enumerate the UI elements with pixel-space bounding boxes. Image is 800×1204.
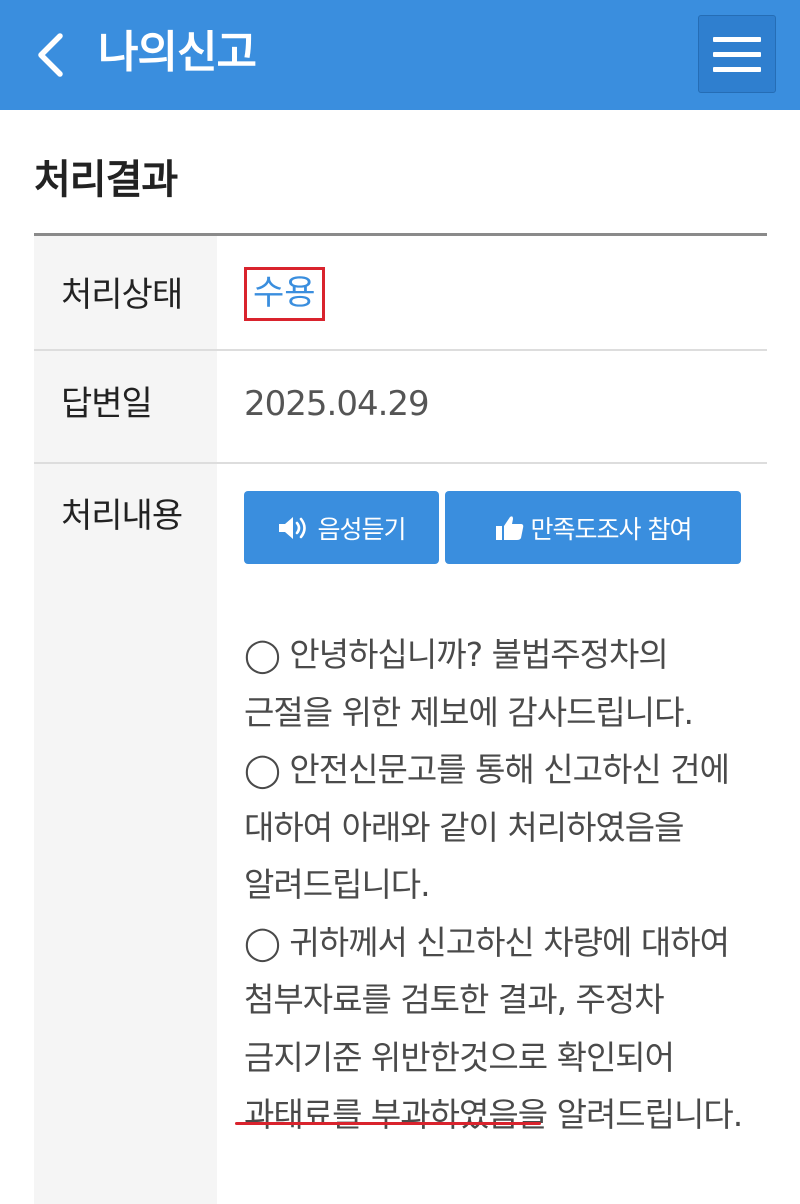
back-button[interactable]	[30, 28, 74, 82]
page-title: 나의신고	[98, 27, 257, 78]
status-badge: 수용	[244, 266, 325, 321]
speaker-icon	[277, 514, 311, 542]
content-row: 처리내용 음성듣기 만족도조사 참여 ◯ 안녕하십니까? 불법주정차의 근절을 …	[34, 464, 767, 1204]
answer-date-row: 답변일 2025.04.29	[34, 351, 767, 464]
chevron-left-icon	[38, 33, 63, 77]
result-table: 처리상태 수용 답변일 2025.04.29 처리내용 음성듣기 만족도조사 참…	[34, 233, 767, 1204]
listen-button[interactable]: 음성듣기	[244, 491, 439, 564]
section-title: 처리결과	[34, 157, 178, 203]
menu-button[interactable]	[698, 15, 776, 93]
answer-date-label: 답변일	[34, 351, 217, 462]
action-buttons: 음성듣기 만족도조사 참여	[244, 491, 767, 564]
status-cell: 수용	[217, 236, 767, 349]
content-cell: 음성듣기 만족도조사 참여 ◯ 안녕하십니까? 불법주정차의 근절을 위한 제보…	[217, 464, 767, 1204]
answer-date-value: 2025.04.29	[244, 384, 430, 424]
content-paragraph: ◯ 귀하께서 신고하신 차량에 대하여 첨부자료를 검토한 결과, 주정차 금지…	[244, 922, 743, 1135]
thumbs-up-icon	[495, 514, 525, 542]
status-row: 처리상태 수용	[34, 236, 767, 351]
listen-button-label: 음성듣기	[317, 514, 406, 544]
status-label: 처리상태	[34, 236, 217, 349]
survey-button[interactable]: 만족도조사 참여	[445, 491, 741, 564]
survey-button-label: 만족도조사 참여	[530, 514, 693, 544]
content-text: ◯ 안녕하십니까? 불법주정차의 근절을 위한 제보에 감사드립니다. ◯ 안전…	[244, 626, 744, 1144]
content-label: 처리내용	[34, 464, 217, 1204]
app-header: 나의신고	[0, 0, 800, 110]
content-paragraph: ◯ 안전신문고를 통해 신고하신 건에 대하여 아래와 같이 처리하였음을 알려…	[244, 750, 730, 904]
content-paragraph: ◯ 안녕하십니까? 불법주정차의 근절을 위한 제보에 감사드립니다.	[244, 635, 694, 732]
highlight-underline	[235, 1122, 541, 1125]
